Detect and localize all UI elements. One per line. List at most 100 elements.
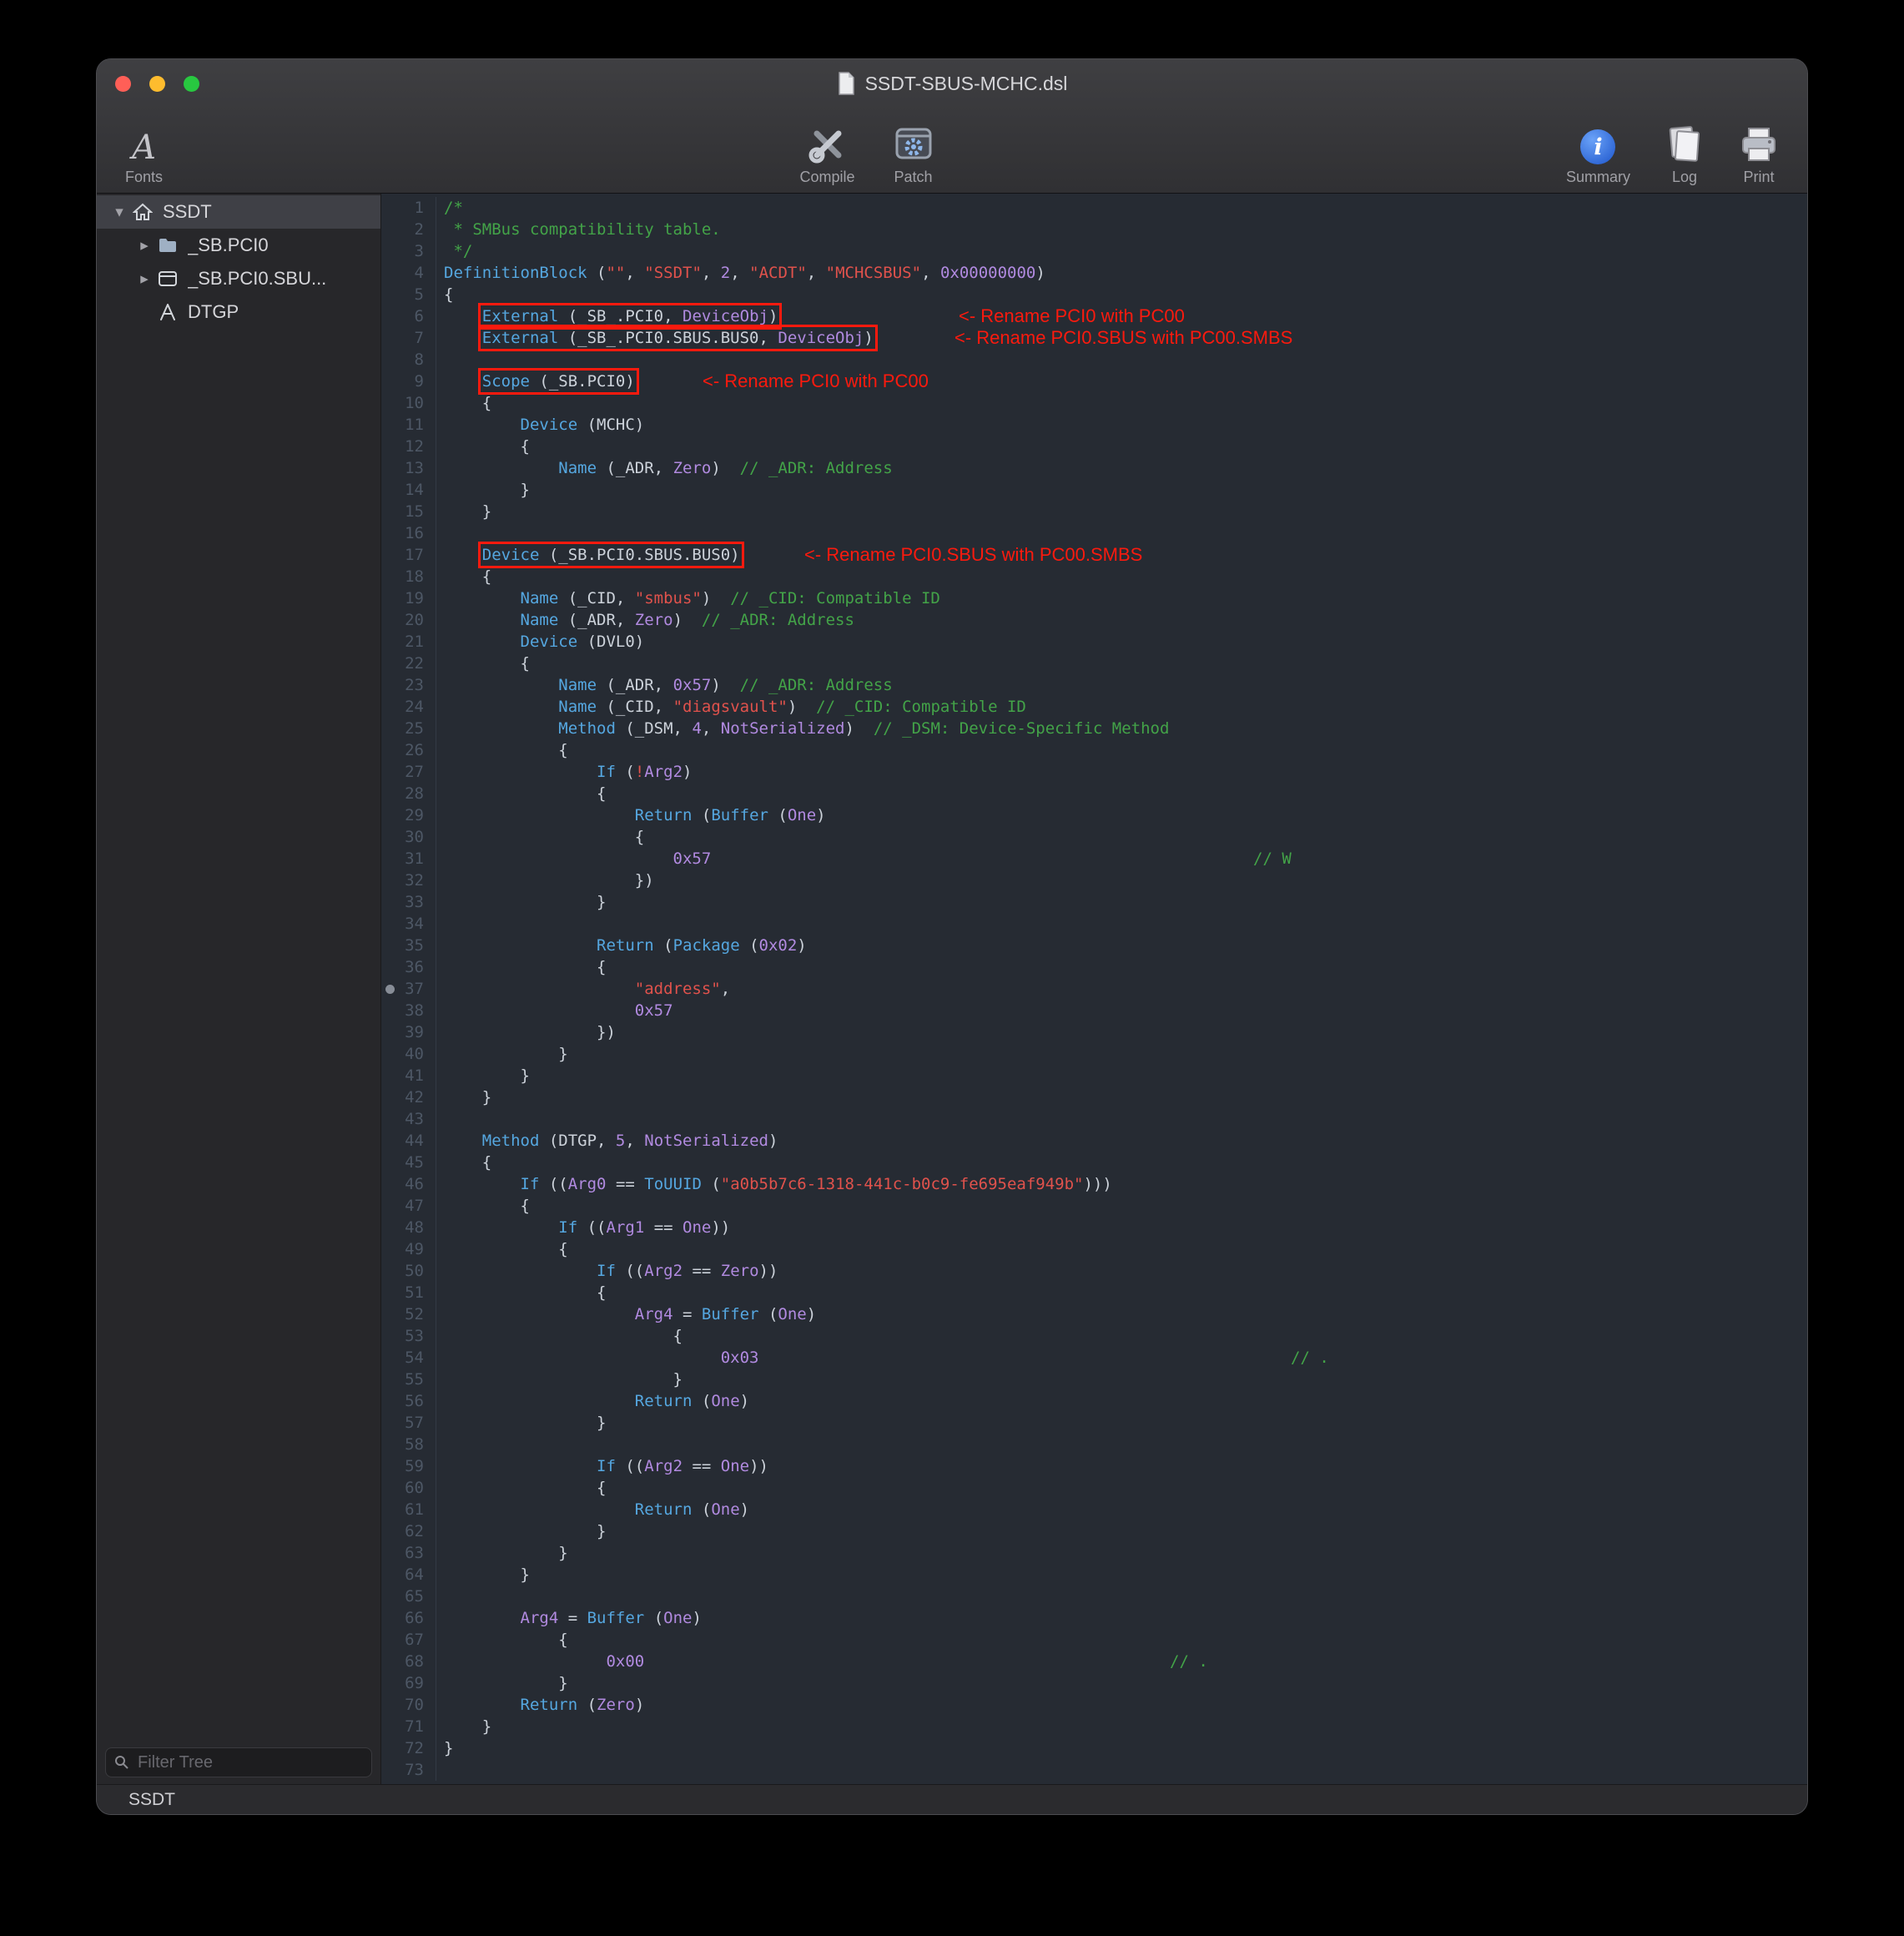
code-token: == bbox=[607, 1175, 645, 1193]
code-line[interactable]: 28 { bbox=[381, 783, 1807, 804]
code-line[interactable]: 53 { bbox=[381, 1325, 1807, 1347]
code-line[interactable]: 26 { bbox=[381, 739, 1807, 761]
code-line[interactable]: 15 } bbox=[381, 501, 1807, 522]
code-line[interactable]: 23 Name (_ADR, 0x57) // _ADR: Address bbox=[381, 674, 1807, 696]
code-line[interactable]: 56 Return (One) bbox=[381, 1390, 1807, 1412]
code-line[interactable]: 1/* bbox=[381, 197, 1807, 219]
code-line[interactable]: 62 } bbox=[381, 1520, 1807, 1542]
code-line[interactable]: 42 } bbox=[381, 1086, 1807, 1108]
code-line[interactable]: 45 { bbox=[381, 1152, 1807, 1173]
code-line[interactable]: 32 }) bbox=[381, 870, 1807, 891]
code-line[interactable]: 21 Device (DVL0) bbox=[381, 631, 1807, 653]
close-button[interactable] bbox=[115, 76, 131, 92]
fonts-button[interactable]: A Fonts bbox=[125, 121, 163, 193]
code-editor[interactable]: 1/*2 * SMBus compatibility table.3 */4De… bbox=[381, 194, 1807, 1784]
code-line[interactable]: 43 bbox=[381, 1108, 1807, 1130]
sidebar-item-sb-pci0-sbu[interactable]: ▸_SB.PCI0.SBU... bbox=[97, 262, 380, 295]
code-line[interactable]: 39 }) bbox=[381, 1021, 1807, 1043]
log-button[interactable]: Log bbox=[1665, 121, 1704, 193]
code-line[interactable]: 66 Arg4 = Buffer (One) bbox=[381, 1607, 1807, 1629]
sidebar-item-ssdt[interactable]: ▾SSDT bbox=[97, 195, 380, 229]
code-line[interactable]: 46 If ((Arg0 == ToUUID ("a0b5b7c6-1318-4… bbox=[381, 1173, 1807, 1195]
code-line[interactable]: 3 */ bbox=[381, 240, 1807, 262]
titlebar[interactable]: SSDT-SBUS-MCHC.dsl bbox=[97, 59, 1807, 108]
code-line[interactable]: 40 } bbox=[381, 1043, 1807, 1065]
code-line[interactable]: 48 If ((Arg1 == One)) bbox=[381, 1217, 1807, 1238]
code-line[interactable]: 7 External (_SB_.PCI0.SBUS.BUS0, DeviceO… bbox=[381, 327, 1807, 349]
code-line[interactable]: 69 } bbox=[381, 1672, 1807, 1694]
disclosure-triangle[interactable]: ▸ bbox=[133, 236, 155, 255]
disclosure-triangle[interactable]: ▸ bbox=[133, 270, 155, 289]
code-line[interactable]: 73 bbox=[381, 1759, 1807, 1781]
code-line[interactable]: 50 If ((Arg2 == Zero)) bbox=[381, 1260, 1807, 1282]
code-line[interactable]: 52 Arg4 = Buffer (One) bbox=[381, 1303, 1807, 1325]
code-line[interactable]: 10 { bbox=[381, 392, 1807, 414]
code-line[interactable]: 2 * SMBus compatibility table. bbox=[381, 219, 1807, 240]
code-line[interactable]: 63 } bbox=[381, 1542, 1807, 1564]
code-line[interactable]: 8 bbox=[381, 349, 1807, 371]
code-line[interactable]: 20 Name (_ADR, Zero) // _ADR: Address bbox=[381, 609, 1807, 631]
code-line[interactable]: 64 } bbox=[381, 1564, 1807, 1586]
code-line[interactable]: 61 Return (One) bbox=[381, 1499, 1807, 1520]
code-line[interactable]: 13 Name (_ADR, Zero) // _ADR: Address bbox=[381, 457, 1807, 479]
patch-button[interactable]: Patch bbox=[894, 121, 934, 193]
code-line[interactable]: 27 If (!Arg2) bbox=[381, 761, 1807, 783]
code-line[interactable]: 71 } bbox=[381, 1716, 1807, 1737]
code-line[interactable]: 22 { bbox=[381, 653, 1807, 674]
code-line[interactable]: 51 { bbox=[381, 1282, 1807, 1303]
code-line[interactable]: 4DefinitionBlock ("", "SSDT", 2, "ACDT",… bbox=[381, 262, 1807, 284]
code-token: = bbox=[673, 1305, 702, 1323]
compile-button[interactable]: Compile bbox=[799, 121, 854, 193]
code-line[interactable]: 35 Return (Package (0x02) bbox=[381, 935, 1807, 956]
code-line[interactable]: 68 0x00// . bbox=[381, 1651, 1807, 1672]
code-line[interactable]: 31 0x57// W bbox=[381, 848, 1807, 870]
code-line[interactable]: 58 bbox=[381, 1434, 1807, 1455]
code-line[interactable]: 49 { bbox=[381, 1238, 1807, 1260]
code-line[interactable]: 59 If ((Arg2 == One)) bbox=[381, 1455, 1807, 1477]
code-text: 0x03// . bbox=[444, 1347, 1807, 1369]
sidebar-item-sb-pci0[interactable]: ▸_SB.PCI0 bbox=[97, 229, 380, 262]
code-line[interactable]: 55 } bbox=[381, 1369, 1807, 1390]
print-button[interactable]: Print bbox=[1739, 121, 1779, 193]
minimize-button[interactable] bbox=[149, 76, 165, 92]
fonts-label: Fonts bbox=[125, 169, 163, 186]
code-line[interactable]: 72} bbox=[381, 1737, 1807, 1759]
code-token: , bbox=[702, 719, 721, 738]
code-line[interactable]: 37 "address", bbox=[381, 978, 1807, 1000]
code-line[interactable]: 25 Method (_DSM, 4, NotSerialized) // _D… bbox=[381, 718, 1807, 739]
code-line[interactable]: 33 } bbox=[381, 891, 1807, 913]
code-line[interactable]: 44 Method (DTGP, 5, NotSerialized) bbox=[381, 1130, 1807, 1152]
code-line[interactable]: 12 { bbox=[381, 436, 1807, 457]
code-line[interactable]: 24 Name (_CID, "diagsvault") // _CID: Co… bbox=[381, 696, 1807, 718]
sidebar-item-dtgp[interactable]: DTGP bbox=[97, 295, 380, 329]
filter-tree-input[interactable] bbox=[136, 1752, 363, 1773]
code-line[interactable]: 11 Device (MCHC) bbox=[381, 414, 1807, 436]
code-line[interactable]: 5{ bbox=[381, 284, 1807, 305]
code-line[interactable]: 19 Name (_CID, "smbus") // _CID: Compati… bbox=[381, 587, 1807, 609]
code-line[interactable]: 57 } bbox=[381, 1412, 1807, 1434]
code-line[interactable]: 65 bbox=[381, 1586, 1807, 1607]
code-line[interactable]: 6 External (_SB_.PCI0, DeviceObj)<- Rena… bbox=[381, 305, 1807, 327]
code-line[interactable]: 67 { bbox=[381, 1629, 1807, 1651]
zoom-button[interactable] bbox=[184, 76, 199, 92]
code-token: } bbox=[444, 1739, 453, 1757]
code-line[interactable]: 38 0x57 bbox=[381, 1000, 1807, 1021]
code-line[interactable]: 41 } bbox=[381, 1065, 1807, 1086]
code-line[interactable]: 14 } bbox=[381, 479, 1807, 501]
summary-button[interactable]: i Summary bbox=[1566, 121, 1630, 193]
status-path-item[interactable]: SSDT bbox=[128, 1790, 175, 1810]
code-line[interactable]: 34 bbox=[381, 913, 1807, 935]
code-line[interactable]: 18 { bbox=[381, 566, 1807, 587]
code-line[interactable]: 36 { bbox=[381, 956, 1807, 978]
code-line[interactable]: 30 { bbox=[381, 826, 1807, 848]
code-line[interactable]: 17 Device (_SB.PCI0.SBUS.BUS0)<- Rename … bbox=[381, 544, 1807, 566]
code-line[interactable]: 29 Return (Buffer (One) bbox=[381, 804, 1807, 826]
code-line[interactable]: 60 { bbox=[381, 1477, 1807, 1499]
code-line[interactable]: 54 0x03// . bbox=[381, 1347, 1807, 1369]
code-line[interactable]: 70 Return (Zero) bbox=[381, 1694, 1807, 1716]
code-line[interactable]: 16 bbox=[381, 522, 1807, 544]
disclosure-triangle[interactable]: ▾ bbox=[108, 203, 130, 222]
code-line[interactable]: 47 { bbox=[381, 1195, 1807, 1217]
code-line[interactable]: 9 Scope (_SB.PCI0)<- Rename PCI0 with PC… bbox=[381, 371, 1807, 392]
line-number: 9 bbox=[381, 371, 436, 392]
